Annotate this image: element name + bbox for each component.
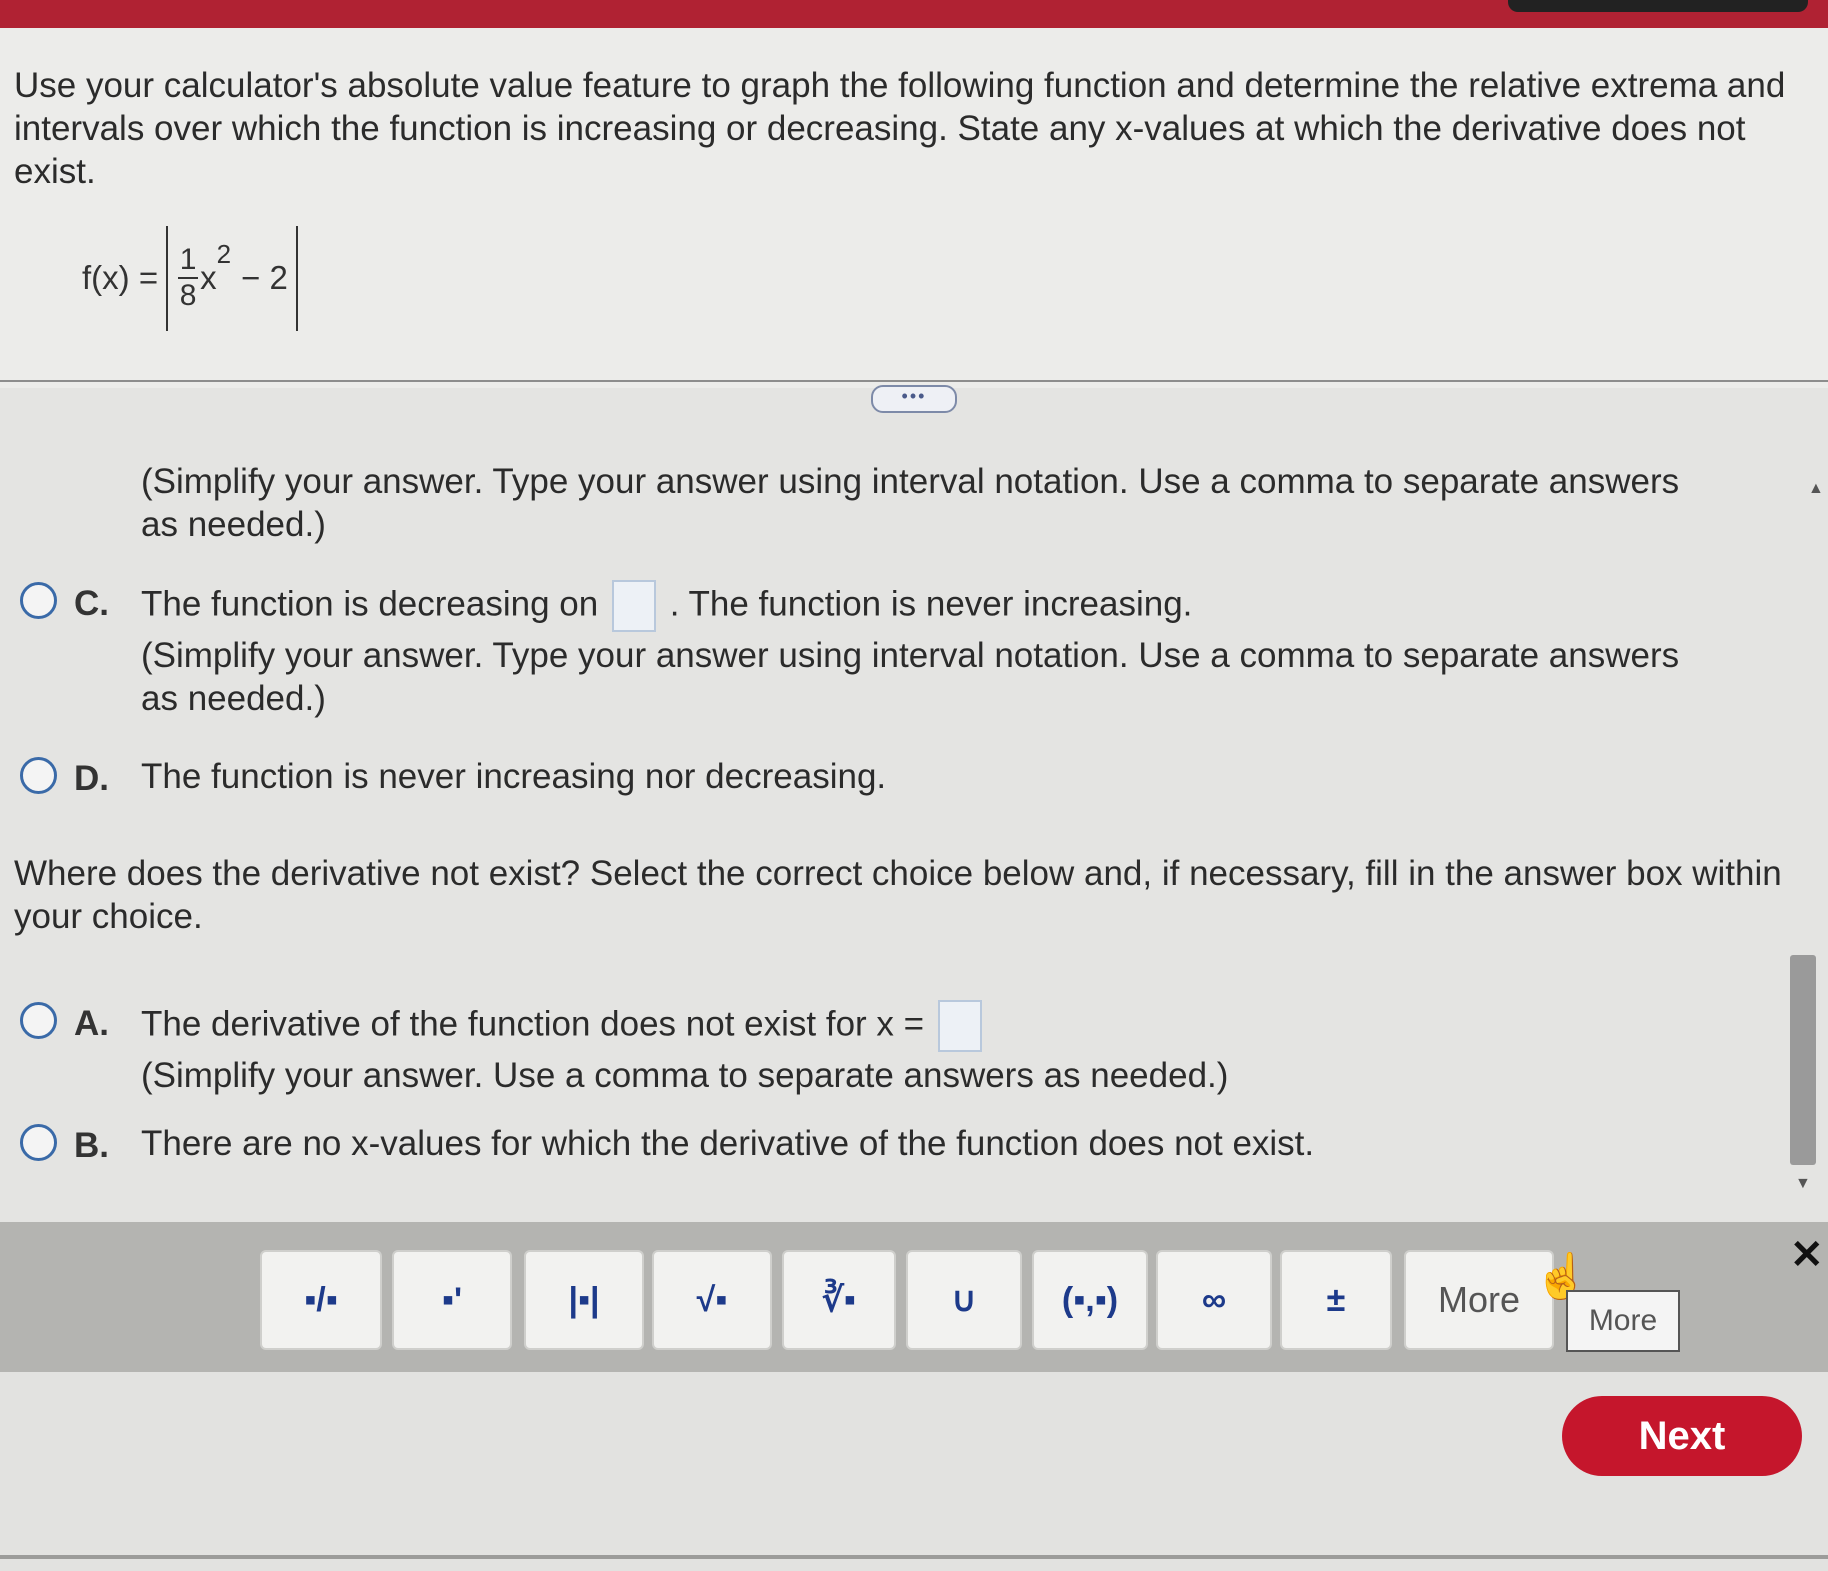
more-tools-label: More	[1437, 1279, 1521, 1320]
scrollbar-thumb[interactable]	[1790, 955, 1816, 1165]
fraction-tool-button[interactable]: ▪/▪	[260, 1250, 382, 1350]
square-root-tool-button[interactable]: √▪	[652, 1250, 772, 1350]
abs-bar-right	[295, 225, 298, 331]
radio-choice-a[interactable]	[20, 1002, 57, 1039]
radio-choice-c[interactable]	[20, 582, 57, 619]
more-tools-button[interactable]: More	[1404, 1250, 1554, 1350]
formula-exponent: 2	[216, 238, 232, 269]
scroll-down-arrow-icon[interactable]: ▼	[1795, 1175, 1811, 1193]
formula-tail: − 2	[241, 259, 288, 296]
choice-c-text-after: . The function is never increasing.	[669, 584, 1193, 624]
hint-b-line2: as needed.)	[141, 505, 326, 544]
interval-tool-button[interactable]: (▪,▪)	[1032, 1250, 1148, 1350]
function-formula: f(x) = 1 8 x 2 − 2	[82, 223, 306, 333]
decreasing-interval-input[interactable]	[611, 580, 656, 632]
derivative-question-line2: your choice.	[14, 897, 203, 936]
choice-c-hint-line2: as needed.)	[141, 679, 326, 718]
footer-area	[0, 1372, 1828, 1571]
more-tooltip: More	[1566, 1290, 1680, 1352]
choice-a-text-label: The derivative of the function does not …	[141, 1004, 925, 1044]
header-dark-tab	[1508, 0, 1808, 12]
scroll-up-arrow-icon[interactable]: ▲	[1808, 480, 1824, 498]
derivative-question-line1: Where does the derivative not exist? Sel…	[14, 854, 1782, 893]
exponent-tool-button[interactable]: ▪'	[392, 1250, 512, 1350]
choice-c-text-before: The function is decreasing on	[141, 584, 599, 624]
choice-d-letter: D.	[74, 759, 109, 798]
infinity-tool-button[interactable]: ∞	[1156, 1250, 1272, 1350]
plus-minus-tool-button[interactable]: ±	[1280, 1250, 1392, 1350]
fraction: 1 8	[178, 243, 199, 313]
abs-bar-left	[166, 225, 169, 331]
choice-b-text: There are no x-values for which the deri…	[141, 1124, 1315, 1163]
choice-d-text: The function is never increasing nor dec…	[141, 757, 887, 796]
choice-a-hint: (Simplify your answer. Use a comma to se…	[141, 1056, 1229, 1095]
absolute-value-tool-button[interactable]: |▪|	[524, 1250, 644, 1350]
answer-area: (Simplify your answer. Type your answer …	[0, 412, 1828, 1212]
x-value-input[interactable]	[937, 1000, 982, 1052]
fraction-denominator: 8	[179, 279, 197, 312]
hint-b-line1: (Simplify your answer. Type your answer …	[141, 462, 1680, 501]
expand-button[interactable]: •••	[871, 385, 957, 413]
nth-root-tool-button[interactable]: ∛▪	[782, 1250, 896, 1350]
choice-a-letter: A.	[74, 1004, 109, 1043]
choice-c-hint-line1: (Simplify your answer. Type your answer …	[141, 636, 1680, 675]
question-text: Use your calculator's absolute value fea…	[14, 66, 1786, 191]
union-tool-button[interactable]: ∪	[906, 1250, 1022, 1350]
choice-a-text: The derivative of the function does not …	[141, 1000, 986, 1052]
close-icon[interactable]: ✕	[1790, 1232, 1824, 1278]
choice-c-letter: C.	[74, 584, 109, 623]
radio-choice-b[interactable]	[20, 1124, 57, 1161]
choice-b-letter: B.	[74, 1126, 109, 1165]
question-panel: Use your calculator's absolute value fea…	[0, 28, 1828, 388]
bottom-divider	[0, 1555, 1828, 1559]
formula-variable: x	[200, 259, 217, 296]
radio-choice-d[interactable]	[20, 757, 57, 794]
choice-c-text: The function is decreasing on . The func…	[141, 580, 1192, 632]
next-button[interactable]: Next	[1562, 1396, 1802, 1476]
section-divider	[0, 380, 1828, 382]
fraction-numerator: 1	[179, 243, 197, 276]
formula-lhs: f(x) =	[82, 259, 159, 296]
